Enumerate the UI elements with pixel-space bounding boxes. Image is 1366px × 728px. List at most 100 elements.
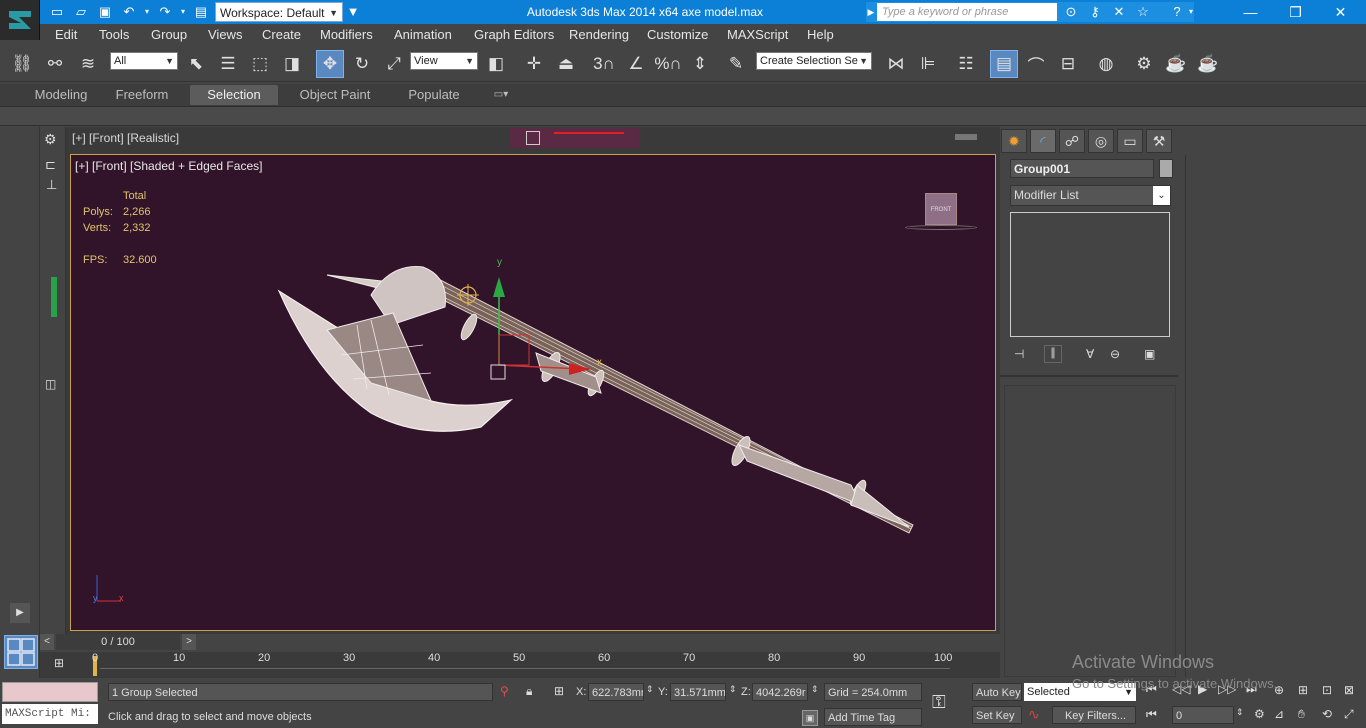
spinner-snap-icon[interactable]: ⇕ — [686, 50, 714, 78]
mini-curve-editor-icon[interactable]: ⊞ — [54, 656, 64, 670]
show-end-result-icon[interactable]: ∥ — [1044, 345, 1062, 363]
maximize-viewport-icon[interactable]: ⤢ — [1344, 707, 1354, 722]
add-time-tag[interactable]: Add Time Tag — [824, 708, 922, 726]
close-button[interactable]: ✕ — [1318, 0, 1363, 24]
tool-icon-b[interactable]: ⊥ — [46, 177, 57, 193]
viewport-layout-icon[interactable] — [4, 635, 38, 669]
menu-views[interactable]: Views — [208, 24, 242, 46]
pan-hand-icon[interactable]: ✋︎ — [1298, 707, 1305, 722]
expand-track-icon[interactable]: ▶ — [10, 603, 30, 623]
bind-space-warp-icon[interactable]: ≋ — [74, 50, 102, 78]
frame-spinner-icon[interactable]: ⇕ — [1236, 707, 1244, 718]
key-filters-button[interactable]: Key Filters... — [1052, 706, 1136, 724]
viewport-maximize-icon[interactable] — [955, 134, 977, 140]
menu-edit[interactable]: Edit — [55, 24, 77, 46]
pivot-center-icon[interactable]: ◧ — [482, 50, 510, 78]
time-slider[interactable]: < 0 / 100 > — [40, 634, 1000, 650]
display-tab-icon[interactable]: ▭ — [1117, 129, 1143, 153]
new-file-icon[interactable]: ▭ — [48, 3, 66, 21]
mirror-icon[interactable]: ⋈ — [882, 50, 910, 78]
selection-lock-icon[interactable]: 🔒︎ — [526, 684, 532, 699]
menu-animation[interactable]: Animation — [394, 24, 452, 46]
undo-icon[interactable]: ↶ — [120, 3, 138, 21]
y-spinner-icon[interactable]: ⇕ — [729, 684, 737, 695]
tool-icon-a[interactable]: ⊏ — [45, 157, 56, 173]
select-and-move-icon[interactable]: ✥ — [316, 50, 344, 78]
x-spinner-icon[interactable]: ⇕ — [646, 684, 654, 695]
orbit-icon[interactable]: ⟲ — [1322, 707, 1332, 721]
hierarchy-tab-icon[interactable]: ☍ — [1059, 129, 1085, 153]
key-tangent-icon[interactable]: ∿ — [1028, 706, 1040, 723]
viewport-top-label[interactable]: [+] [Front] [Realistic] — [72, 131, 179, 145]
configure-modifier-sets-icon[interactable]: ▣ — [1144, 347, 1155, 361]
curve-editor-icon[interactable]: ⌒ — [1022, 50, 1050, 78]
object-name-field[interactable]: Group001 — [1010, 159, 1154, 178]
rendered-frame-window-icon[interactable]: ☕ — [1162, 50, 1190, 78]
redo-dropdown-icon[interactable]: ▾ — [178, 3, 188, 21]
help-icon[interactable]: ? — [1168, 3, 1186, 21]
x-coordinate-field[interactable]: 622.783mr — [588, 683, 644, 701]
viewport-settings-gear-icon[interactable]: ⚙ — [44, 131, 57, 148]
menu-graph-editors[interactable]: Graph Editors — [474, 24, 554, 46]
menu-customize[interactable]: Customize — [647, 24, 708, 46]
y-coordinate-field[interactable]: 31.571mm — [670, 683, 726, 701]
create-tab-sun-icon[interactable]: ✹ — [1001, 129, 1027, 153]
menu-tools[interactable]: Tools — [99, 24, 129, 46]
field-of-view-icon[interactable]: ⊿ — [1274, 707, 1284, 721]
tab-object-paint[interactable]: Object Paint — [294, 85, 376, 105]
axe-model[interactable] — [71, 155, 997, 632]
material-editor-icon[interactable]: ◍ — [1092, 50, 1120, 78]
menu-group[interactable]: Group — [151, 24, 187, 46]
current-frame-field[interactable]: 0 — [1172, 706, 1234, 724]
menu-modifiers[interactable]: Modifiers — [320, 24, 373, 46]
save-file-icon[interactable]: ▣ — [96, 3, 114, 21]
keyboard-shortcut-override-icon[interactable]: ⏏ — [552, 50, 580, 78]
scene-explorer-icon[interactable]: ▤ — [990, 50, 1018, 78]
binoculars-icon[interactable]: ⊙ — [1062, 3, 1080, 21]
isolate-selection-icon[interactable]: ⚲ — [500, 684, 509, 698]
ribbon-options-icon[interactable]: ▭▾ — [486, 85, 516, 105]
select-and-rotate-icon[interactable]: ↻ — [348, 50, 376, 78]
rectangular-selection-icon[interactable]: ⬚ — [246, 50, 274, 78]
zoom-all-icon[interactable]: ⊞ — [1298, 683, 1308, 697]
tool-icon-c[interactable]: ◫ — [45, 377, 56, 391]
undo-dropdown-icon[interactable]: ▾ — [142, 3, 152, 21]
tab-freeform[interactable]: Freeform — [108, 85, 176, 105]
select-and-scale-icon[interactable]: ⤢ — [380, 50, 408, 78]
select-object-icon[interactable]: ⬉ — [182, 50, 210, 78]
modifier-list-dropdown[interactable]: Modifier List ⌄ — [1010, 185, 1171, 206]
help-dropdown-icon[interactable]: ▾ — [1186, 3, 1196, 21]
menu-maxscript[interactable]: MAXScript — [727, 24, 788, 46]
auto-key-button[interactable]: Auto Key — [972, 683, 1022, 701]
menu-create[interactable]: Create — [262, 24, 301, 46]
favorites-star-icon[interactable]: ☆ — [1134, 3, 1152, 21]
reference-coordinate-dropdown[interactable]: View ▼ — [410, 52, 478, 70]
maxscript-mini-listener[interactable]: MAXScript Mi: — [2, 704, 98, 724]
redo-icon[interactable]: ↷ — [156, 3, 174, 21]
menu-help[interactable]: Help — [807, 24, 834, 46]
z-coordinate-field[interactable]: 4042.269r — [752, 683, 808, 701]
object-color-swatch[interactable] — [1159, 159, 1173, 178]
select-and-link-icon[interactable]: ⛓ — [8, 50, 36, 78]
set-key-button[interactable]: Set Key — [972, 706, 1022, 724]
modify-tab-icon[interactable]: ◜ — [1030, 129, 1056, 153]
render-production-icon[interactable]: ☕ — [1194, 50, 1222, 78]
z-spinner-icon[interactable]: ⇕ — [811, 684, 819, 695]
remove-modifier-icon[interactable]: ⊖ — [1110, 347, 1120, 361]
edit-named-selection-icon[interactable]: ✎ — [722, 50, 750, 78]
search-input[interactable]: Type a keyword or phrase — [877, 3, 1057, 21]
utilities-tab-hammer-icon[interactable]: ⚒ — [1146, 129, 1172, 153]
motion-tab-icon[interactable]: ◎ — [1088, 129, 1114, 153]
maxscript-listener-pink[interactable] — [2, 682, 98, 702]
axis-strip-box-icon[interactable] — [526, 131, 540, 145]
minimize-button[interactable]: — — [1228, 0, 1273, 24]
schematic-view-icon[interactable]: ⊟ — [1054, 50, 1082, 78]
workspace-dropdown[interactable]: Workspace: Default ▼ — [215, 2, 343, 22]
tab-populate[interactable]: Populate — [402, 85, 466, 105]
next-frame-icon[interactable]: > — [182, 634, 196, 650]
frame-counter[interactable]: 0 / 100 — [56, 634, 180, 650]
pin-stack-icon[interactable]: ⊣ — [1014, 347, 1024, 361]
window-crossing-icon[interactable]: ◨ — [278, 50, 306, 78]
selection-filter-dropdown[interactable]: All ▼ — [110, 52, 178, 70]
percent-snap-icon[interactable]: % ∩ — [654, 50, 682, 78]
